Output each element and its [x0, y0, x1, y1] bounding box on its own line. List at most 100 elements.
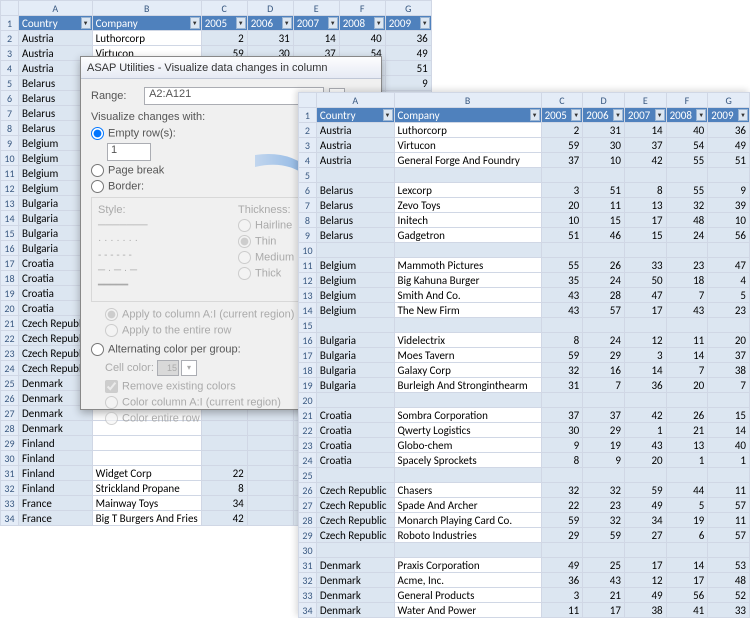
row-header[interactable]: 16 [1, 241, 19, 256]
country-cell[interactable]: Austria [316, 123, 394, 138]
empty-cell[interactable] [583, 543, 625, 558]
value-cell[interactable]: 57 [583, 303, 625, 318]
value-cell[interactable]: 11 [583, 198, 625, 213]
value-cell[interactable]: 5 [666, 498, 708, 513]
value-cell[interactable]: 20 [624, 453, 666, 468]
value-cell[interactable]: 40 [666, 123, 708, 138]
country-cell[interactable]: Bulgaria [316, 348, 394, 363]
column-header[interactable]: A [19, 1, 93, 16]
value-cell[interactable]: 48 [666, 213, 708, 228]
value-cell[interactable]: 55 [541, 258, 583, 273]
column-header[interactable]: C [201, 1, 247, 16]
row-header[interactable]: 14 [1, 211, 19, 226]
value-cell[interactable]: 7 [666, 363, 708, 378]
row-header[interactable]: 4 [1, 61, 19, 76]
value-cell[interactable]: 2 [541, 123, 583, 138]
empty-cell[interactable] [583, 468, 625, 483]
empty-cell[interactable] [316, 243, 394, 258]
value-cell[interactable]: 33 [624, 258, 666, 273]
value-cell[interactable]: 25 [583, 558, 625, 573]
value-cell[interactable]: 49 [624, 588, 666, 603]
filter-dropdown-icon[interactable]: ▼ [655, 109, 665, 121]
value-cell[interactable]: 10 [708, 213, 750, 228]
value-cell[interactable]: 36 [708, 123, 750, 138]
value-cell[interactable]: 14 [624, 363, 666, 378]
company-cell[interactable]: Qwerty Logistics [394, 423, 541, 438]
value-cell[interactable]: 31 [541, 378, 583, 393]
value-cell[interactable]: 49 [708, 138, 750, 153]
value-cell[interactable]: 7 [583, 378, 625, 393]
value-cell[interactable]: 43 [624, 438, 666, 453]
value-cell[interactable]: 24 [583, 273, 625, 288]
value-cell[interactable] [247, 436, 293, 451]
value-cell[interactable]: 43 [666, 303, 708, 318]
column-header[interactable]: A [316, 93, 394, 108]
column-header[interactable]: E [624, 93, 666, 108]
company-cell[interactable]: Sombra Corporation [394, 408, 541, 423]
value-cell[interactable]: 4 [708, 273, 750, 288]
value-cell[interactable]: 36 [624, 378, 666, 393]
empty-cell[interactable] [541, 318, 583, 333]
value-cell[interactable]: 1 [624, 423, 666, 438]
empty-cell[interactable] [394, 243, 541, 258]
value-cell[interactable]: 30 [541, 423, 583, 438]
value-cell[interactable]: 28 [583, 288, 625, 303]
value-cell[interactable]: 11 [708, 513, 750, 528]
row-header[interactable]: 3 [1, 46, 19, 61]
value-cell[interactable]: 35 [541, 273, 583, 288]
value-cell[interactable]: 17 [583, 603, 625, 618]
value-cell[interactable]: 2 [201, 31, 247, 46]
value-cell[interactable]: 9 [385, 76, 431, 91]
value-cell[interactable]: 43 [541, 288, 583, 303]
empty-cell[interactable] [708, 393, 750, 408]
table-header-cell[interactable]: 2005▼ [541, 108, 583, 123]
row-header[interactable]: 30 [299, 543, 317, 558]
value-cell[interactable]: 22 [541, 498, 583, 513]
value-cell[interactable]: 23 [708, 303, 750, 318]
value-cell[interactable]: 9 [583, 453, 625, 468]
column-header[interactable]: B [92, 1, 201, 16]
country-cell[interactable]: Finland [19, 466, 93, 481]
country-cell[interactable]: Czech Republic [316, 528, 394, 543]
country-cell[interactable]: Belarus [316, 213, 394, 228]
filter-dropdown-icon[interactable]: ▼ [696, 109, 706, 121]
value-cell[interactable]: 38 [624, 603, 666, 618]
value-cell[interactable]: 17 [624, 303, 666, 318]
value-cell[interactable]: 20 [541, 198, 583, 213]
company-cell[interactable]: Burleigh And Stronginthearm [394, 378, 541, 393]
value-cell[interactable]: 49 [541, 558, 583, 573]
column-header[interactable]: D [583, 93, 625, 108]
country-cell[interactable]: Denmark [316, 558, 394, 573]
value-cell[interactable]: 56 [708, 228, 750, 243]
empty-cell[interactable] [394, 168, 541, 183]
row-header[interactable]: 13 [1, 196, 19, 211]
row-header[interactable]: 32 [299, 573, 317, 588]
row-header[interactable]: 24 [299, 453, 317, 468]
country-cell[interactable]: Belgium [316, 273, 394, 288]
value-cell[interactable]: 24 [666, 228, 708, 243]
value-cell[interactable] [247, 481, 293, 496]
row-header[interactable]: 23 [299, 438, 317, 453]
empty-cell[interactable] [583, 318, 625, 333]
table-header-cell[interactable]: 2008▼ [339, 16, 385, 31]
country-cell[interactable]: Belarus [316, 183, 394, 198]
value-cell[interactable]: 59 [541, 348, 583, 363]
value-cell[interactable]: 49 [385, 46, 431, 61]
empty-cell[interactable] [316, 468, 394, 483]
empty-cell[interactable] [583, 393, 625, 408]
value-cell[interactable]: 50 [624, 273, 666, 288]
value-cell[interactable]: 51 [708, 153, 750, 168]
value-cell[interactable]: 8 [541, 333, 583, 348]
row-header[interactable]: 19 [1, 286, 19, 301]
row-header[interactable]: 31 [1, 466, 19, 481]
row-header[interactable]: 27 [299, 498, 317, 513]
value-cell[interactable]: 1 [666, 453, 708, 468]
value-cell[interactable]: 8 [541, 453, 583, 468]
company-cell[interactable]: Spacely Sprockets [394, 453, 541, 468]
value-cell[interactable]: 11 [541, 603, 583, 618]
value-cell[interactable]: 59 [624, 483, 666, 498]
value-cell[interactable]: 17 [624, 558, 666, 573]
empty-cell[interactable] [624, 543, 666, 558]
filter-dropdown-icon[interactable]: ▼ [571, 109, 581, 121]
value-cell[interactable]: 9 [541, 438, 583, 453]
